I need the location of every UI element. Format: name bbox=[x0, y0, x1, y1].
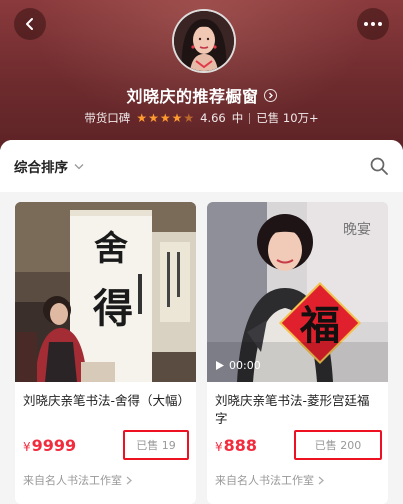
sold-count: 已售 200 bbox=[294, 430, 382, 460]
divider bbox=[249, 112, 251, 124]
shop-name: 来自名人书法工作室 bbox=[215, 474, 314, 487]
rating-level: 中 bbox=[231, 111, 244, 125]
shop-link[interactable]: 来自名人书法工作室 bbox=[23, 472, 188, 488]
avatar-portrait bbox=[174, 11, 234, 71]
video-badge[interactable]: 00:00 bbox=[215, 359, 261, 372]
video-duration: 00:00 bbox=[229, 359, 261, 372]
product-image[interactable]: 舍 得 bbox=[15, 202, 196, 382]
back-button[interactable] bbox=[14, 8, 46, 40]
chevron-left-icon bbox=[26, 18, 33, 30]
product-info: 刘晓庆亲笔书法-舍得（大幅） ¥9999 已售 19 来自名人书法工作室 bbox=[15, 382, 196, 488]
star-icon: ★ bbox=[148, 111, 159, 125]
chevron-down-icon[interactable] bbox=[74, 155, 84, 174]
background-text: 晚宴 bbox=[343, 221, 371, 238]
shop-stats: 带货口碑 ★ ★ ★ ★ ★ 4.66 中 已售 10万+ bbox=[0, 110, 403, 126]
circle-arrow-right-icon bbox=[263, 88, 277, 102]
search-icon[interactable] bbox=[369, 156, 389, 176]
star-icon: ★ bbox=[171, 111, 183, 125]
product-card[interactable]: 舍 得 刘晓庆亲笔书法-舍得（大幅） ¥9999 已售 19 来自名人书法工作室 bbox=[15, 202, 196, 504]
star-half-icon: ★ bbox=[183, 111, 195, 125]
shop-header: 刘晓庆的推荐橱窗 带货口碑 ★ ★ ★ ★ ★ 4.66 中 已售 10万+ bbox=[0, 0, 403, 150]
product-price: ¥888 bbox=[215, 436, 258, 455]
star-icon: ★ bbox=[136, 111, 148, 125]
shop-name: 来自名人书法工作室 bbox=[23, 474, 122, 487]
more-dots-icon bbox=[364, 22, 382, 26]
sort-dropdown[interactable]: 综合排序 bbox=[14, 156, 68, 176]
calligraphy-char: 舍 bbox=[94, 229, 128, 269]
rating-label: 带货口碑 bbox=[84, 111, 131, 125]
shop-link[interactable]: 来自名人书法工作室 bbox=[215, 472, 380, 488]
price-row: ¥888 已售 200 bbox=[215, 430, 382, 464]
product-info: 刘晓庆亲笔书法-菱形宫廷福字 ¥888 已售 200 来自名人书法工作室 bbox=[207, 382, 388, 488]
product-title[interactable]: 刘晓庆亲笔书法-菱形宫廷福字 bbox=[215, 392, 380, 428]
star-icon: ★ bbox=[159, 111, 171, 125]
more-button[interactable] bbox=[357, 8, 389, 40]
rating-value: 4.66 bbox=[200, 111, 226, 125]
product-price: ¥9999 bbox=[23, 436, 77, 455]
product-title[interactable]: 刘晓庆亲笔书法-舍得（大幅） bbox=[23, 392, 188, 428]
shop-title: 刘晓庆的推荐橱窗 bbox=[126, 87, 259, 106]
play-icon bbox=[216, 361, 224, 370]
sold-total: 已售 10万+ bbox=[256, 111, 319, 125]
price-row: ¥9999 已售 19 bbox=[23, 430, 189, 464]
calligraphy-char: 得 bbox=[93, 285, 133, 332]
chevron-right-icon bbox=[318, 476, 324, 484]
calligraphy-char: 福 bbox=[299, 302, 340, 349]
shop-title-row[interactable]: 刘晓庆的推荐橱窗 bbox=[0, 83, 403, 107]
avatar[interactable] bbox=[172, 9, 236, 73]
sold-count: 已售 19 bbox=[123, 430, 189, 460]
sort-bar: 综合排序 bbox=[0, 140, 403, 192]
shop-window-page: 刘晓庆的推荐橱窗 带货口碑 ★ ★ ★ ★ ★ 4.66 中 已售 10万+ 综… bbox=[0, 0, 403, 504]
chevron-right-icon bbox=[126, 476, 132, 484]
product-image[interactable]: 晚宴 福 00:00 bbox=[207, 202, 388, 382]
rating-stars: ★ ★ ★ ★ ★ bbox=[136, 112, 194, 124]
product-card[interactable]: 晚宴 福 00:00 刘晓庆亲笔书法-菱形宫廷福字 ¥888 已售 200 来自… bbox=[207, 202, 388, 504]
